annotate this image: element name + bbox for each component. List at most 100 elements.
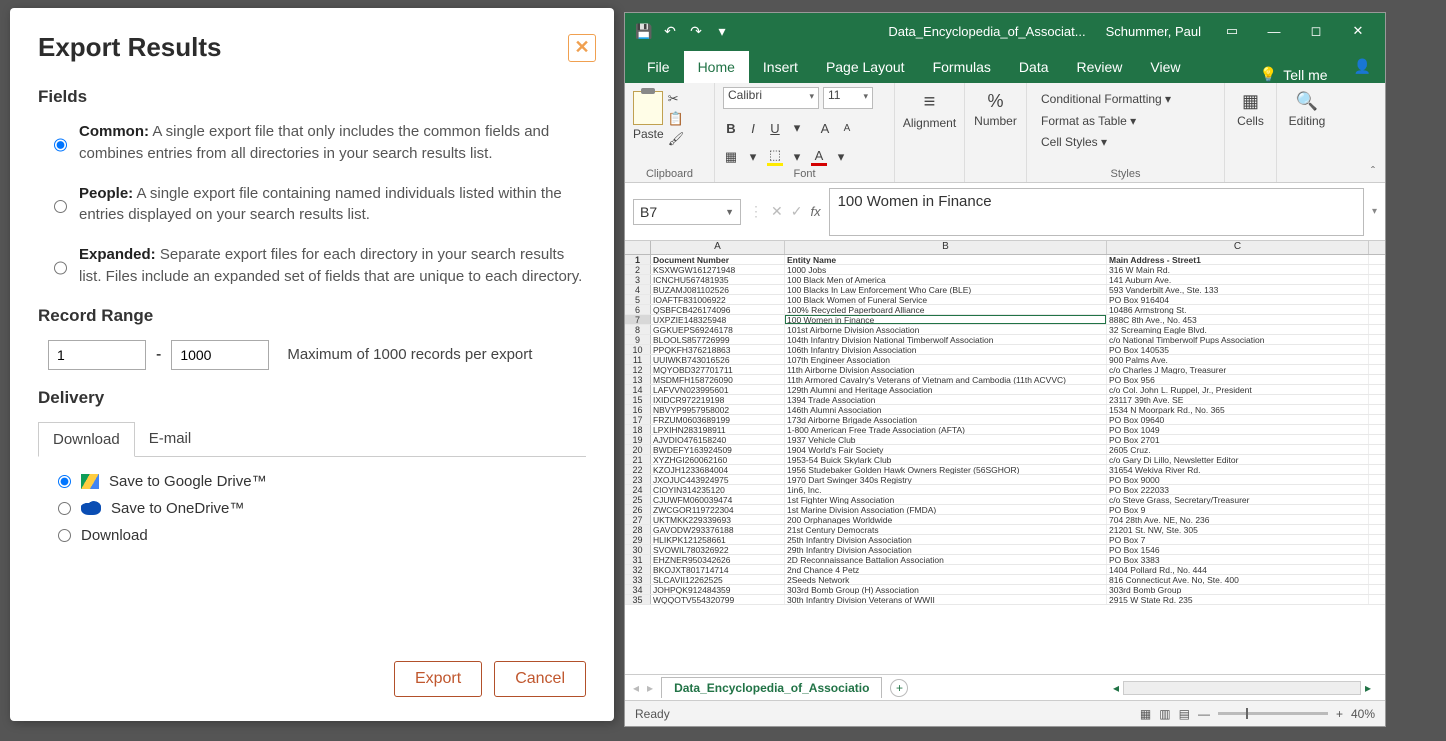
redo-icon[interactable]: ↷: [683, 23, 709, 40]
table-row[interactable]: 9BLOOLS857726999104th Infantry Division …: [625, 335, 1385, 345]
table-row[interactable]: 6QSBFCB426174096100% Recycled Paperboard…: [625, 305, 1385, 315]
font-name-select[interactable]: Calibri: [723, 87, 819, 109]
collapse-ribbon-icon[interactable]: ˆ: [1371, 164, 1375, 178]
cancel-button[interactable]: Cancel: [494, 661, 586, 697]
table-row[interactable]: 22KZOJH12336840041956 Studebaker Golden …: [625, 465, 1385, 475]
zoom-slider[interactable]: [1218, 712, 1328, 715]
zoom-level[interactable]: 40%: [1351, 707, 1375, 721]
table-row[interactable]: 35WQQOTV55432079930th Infantry Division …: [625, 595, 1385, 605]
table-row[interactable]: 7UXPZIE148325948100 Women in Finance888C…: [625, 315, 1385, 325]
decrease-font-icon[interactable]: A: [839, 123, 855, 134]
formula-bar[interactable]: 100 Women in Finance: [829, 188, 1364, 236]
table-row[interactable]: 10PPQKFH376218863106th Infantry Division…: [625, 345, 1385, 355]
view-normal-icon[interactable]: ▦: [1140, 707, 1151, 721]
editing-button[interactable]: 🔍Editing: [1285, 87, 1329, 132]
horizontal-scrollbar[interactable]: [1123, 681, 1361, 695]
cancel-formula-icon[interactable]: ✕: [771, 203, 783, 220]
underline-button[interactable]: U: [767, 121, 783, 136]
name-box[interactable]: B7▼: [633, 199, 741, 225]
tab-insert[interactable]: Insert: [749, 51, 812, 83]
view-page-layout-icon[interactable]: ▥: [1159, 707, 1170, 721]
save-icon[interactable]: 💾: [631, 23, 657, 40]
tab-page-layout[interactable]: Page Layout: [812, 51, 919, 83]
table-row[interactable]: 5IOAFTF831006922100 Black Women of Funer…: [625, 295, 1385, 305]
field-option-0[interactable]: [54, 125, 67, 165]
table-row[interactable]: 29HLIKPK12125866125th Infantry Division …: [625, 535, 1385, 545]
table-row[interactable]: 3ICNCHU567481935100 Black Men of America…: [625, 275, 1385, 285]
zoom-in-icon[interactable]: +: [1336, 707, 1343, 721]
paste-icon[interactable]: [633, 91, 663, 125]
paste-label[interactable]: Paste: [633, 127, 664, 141]
range-from-input[interactable]: [48, 340, 146, 370]
format-painter-icon[interactable]: 🖌: [668, 131, 685, 147]
table-row[interactable]: 33SLCAVII122625252Seeds Network816 Conne…: [625, 575, 1385, 585]
view-page-break-icon[interactable]: ▤: [1179, 707, 1190, 721]
table-row[interactable]: 11UUIWKB743016526107th Engineer Associat…: [625, 355, 1385, 365]
minimize-icon[interactable]: —: [1253, 24, 1295, 39]
table-row[interactable]: 20BWDEFY1639245091904 World's Fair Socie…: [625, 445, 1385, 455]
sheet-tab[interactable]: Data_Encyclopedia_of_Associatio: [661, 677, 882, 698]
copy-icon[interactable]: 📋: [668, 111, 685, 127]
tab-email[interactable]: E-mail: [135, 422, 206, 456]
scroll-left-icon[interactable]: ◂: [1113, 681, 1119, 695]
table-row[interactable]: 18LPXIHN2831989111-800 American Free Tra…: [625, 425, 1385, 435]
delivery-option-2[interactable]: [58, 529, 71, 542]
share-icon[interactable]: 👤: [1340, 50, 1385, 83]
table-row[interactable]: 26ZWCGOR1197223041st Marine Division Ass…: [625, 505, 1385, 515]
table-row[interactable]: 14LAFVVN023995601129th Alumni and Herita…: [625, 385, 1385, 395]
fill-color-icon[interactable]: ⬚: [767, 147, 783, 166]
alignment-button[interactable]: ≡Alignment: [903, 87, 956, 134]
tab-data[interactable]: Data: [1005, 51, 1063, 83]
enter-formula-icon[interactable]: ✓: [791, 203, 803, 220]
italic-button[interactable]: I: [745, 121, 761, 136]
table-row[interactable]: 15IXIDCR9722191981394 Trade Association2…: [625, 395, 1385, 405]
sheet-next-icon[interactable]: ▸: [647, 681, 653, 695]
tab-view[interactable]: View: [1136, 51, 1194, 83]
borders-icon[interactable]: ▦: [723, 149, 739, 165]
table-row[interactable]: 17FRZUM0603689199173d Airborne Brigade A…: [625, 415, 1385, 425]
table-row[interactable]: 27UKTMKK229339693200 Orphanages Worldwid…: [625, 515, 1385, 525]
table-row[interactable]: 21XYZHGI2600621601953-54 Buick Skylark C…: [625, 455, 1385, 465]
table-row[interactable]: 34JOHPQK912484359303rd Bomb Group (H) As…: [625, 585, 1385, 595]
field-option-2[interactable]: [54, 248, 67, 288]
table-row[interactable]: 25CJUWFM0600394741st Fighter Wing Associ…: [625, 495, 1385, 505]
maximize-icon[interactable]: ◻: [1295, 23, 1337, 39]
undo-icon[interactable]: ↶: [657, 23, 683, 40]
tab-home[interactable]: Home: [684, 51, 749, 83]
tab-file[interactable]: File: [633, 51, 684, 83]
close-window-icon[interactable]: ✕: [1337, 23, 1379, 39]
cell-styles-button[interactable]: Cell Styles ▾: [1041, 132, 1210, 154]
delivery-option-1[interactable]: [58, 502, 71, 515]
table-row[interactable]: 23JXOJUC4439249751970 Dart Swinger 340s …: [625, 475, 1385, 485]
sheet-prev-icon[interactable]: ◂: [633, 681, 639, 695]
export-button[interactable]: Export: [394, 661, 482, 697]
field-option-1[interactable]: [54, 187, 67, 227]
conditional-formatting-button[interactable]: Conditional Formatting ▾: [1041, 89, 1210, 111]
font-size-select[interactable]: 11: [823, 87, 873, 109]
bold-button[interactable]: B: [723, 121, 739, 136]
increase-font-icon[interactable]: A: [817, 121, 833, 136]
table-row[interactable]: 8GGKUEPS69246178101st Airborne Division …: [625, 325, 1385, 335]
tab-download[interactable]: Download: [38, 422, 135, 457]
col-header-b[interactable]: B: [785, 241, 1107, 254]
cut-icon[interactable]: ✂: [668, 91, 685, 107]
delivery-option-0[interactable]: [58, 475, 71, 488]
table-row[interactable]: 19AJVDIO4761582401937 Vehicle ClubPO Box…: [625, 435, 1385, 445]
qa-more-icon[interactable]: ▾: [709, 23, 735, 40]
range-to-input[interactable]: [171, 340, 269, 370]
tell-me[interactable]: 💡Tell me: [1248, 66, 1340, 83]
table-row[interactable]: 30SVOWIL78032692229th Infantry Division …: [625, 545, 1385, 555]
number-format-button[interactable]: %Number: [973, 87, 1018, 132]
tab-formulas[interactable]: Formulas: [919, 51, 1005, 83]
col-header-a[interactable]: A: [651, 241, 785, 254]
zoom-out-icon[interactable]: —: [1198, 707, 1210, 721]
table-row[interactable]: 13MSDMFH15872609011th Armored Cavalry's …: [625, 375, 1385, 385]
table-row[interactable]: 2KSXWGW1612719481000 Jobs316 W Main Rd.: [625, 265, 1385, 275]
close-button[interactable]: ✕: [568, 34, 596, 62]
table-row[interactable]: 16NBVYP9957958002146th Alumni Associatio…: [625, 405, 1385, 415]
new-sheet-icon[interactable]: +: [890, 679, 908, 697]
font-color-icon[interactable]: A: [811, 148, 827, 166]
fx-icon[interactable]: fx: [810, 204, 820, 219]
table-row[interactable]: 4BUZAMJ081102526100 Blacks In Law Enforc…: [625, 285, 1385, 295]
format-as-table-button[interactable]: Format as Table ▾: [1041, 111, 1210, 133]
